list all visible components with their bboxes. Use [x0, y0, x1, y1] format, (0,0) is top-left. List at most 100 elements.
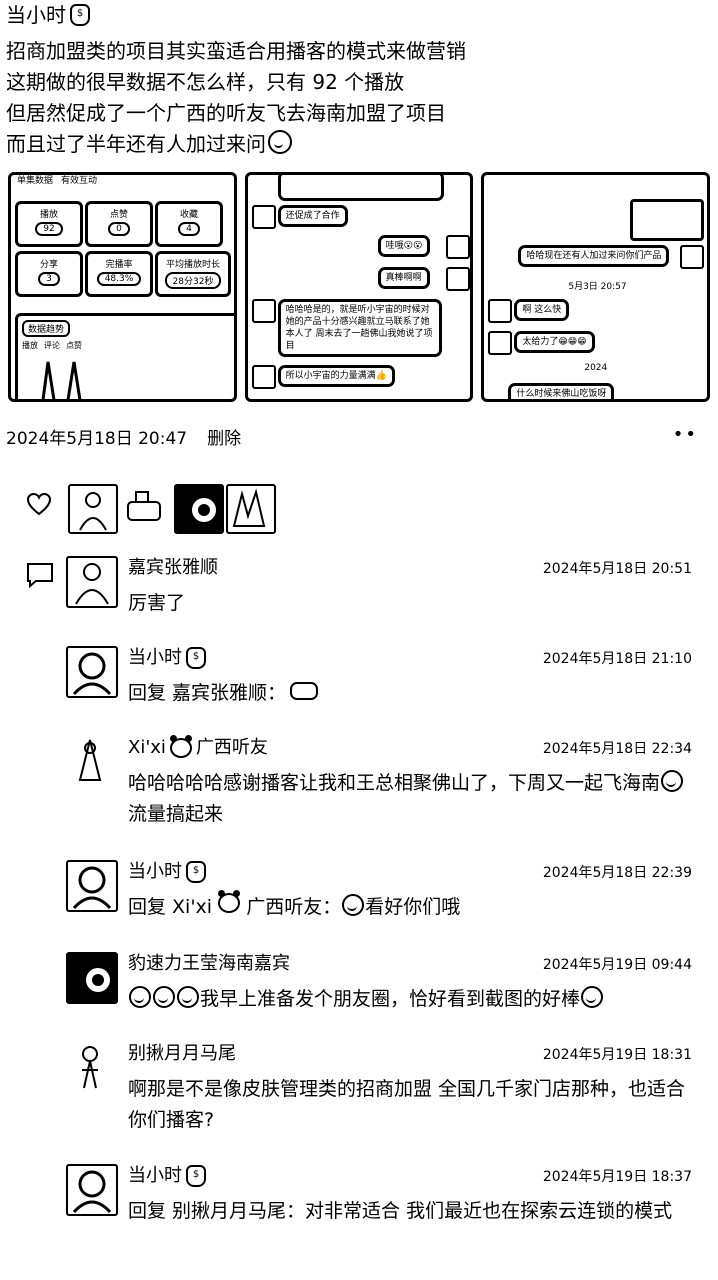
chat-bubble	[277, 175, 444, 201]
commenter-name[interactable]: 别揪月月马尾	[128, 1042, 236, 1066]
stat-card: 平均播放时长 28分32秒	[155, 251, 231, 297]
post-text: 招商加盟类的项目其实蛮适合用播客的模式来做营销 这期做的很早数据不怎么样，只有 …	[6, 36, 706, 160]
chat-avatar	[445, 267, 470, 291]
trend-tab: 评论	[44, 341, 60, 350]
grin-emoji-icon	[177, 986, 199, 1008]
trend-label: 数据趋势	[22, 320, 71, 337]
comment-text: 我早上准备发个朋友圈，恰好看到截图的好棒	[128, 984, 694, 1015]
liker-avatar[interactable]	[68, 484, 118, 534]
commenter-name[interactable]: 当小时 $	[128, 646, 206, 670]
chat-bubble: 什么时候来佛山吃饭呀	[508, 383, 615, 399]
liker-avatar[interactable]	[174, 484, 224, 534]
chat-date: 2024	[584, 363, 608, 373]
commenter-name[interactable]: Xi'xi 广西听友	[128, 735, 268, 760]
post-meta: 2024年5月18日 20:47 删除	[6, 424, 241, 449]
comment-time: 2024年5月18日 22:39	[542, 865, 692, 881]
commenter-name[interactable]: 当小时 $	[128, 1164, 206, 1188]
trend-panel: 数据趋势 播放 评论 点赞	[15, 313, 234, 399]
commenter-name[interactable]: 当小时 $	[128, 860, 206, 884]
comment-time: 2024年5月19日 09:44	[542, 957, 692, 973]
money-bag-icon: $	[186, 647, 206, 669]
wink-emoji-icon	[581, 986, 604, 1008]
stat-card: 播放 92	[15, 201, 83, 247]
comment-text: 啊那是不是像皮肤管理类的招商加盟 全国几千家门店那种，也适合你们播客?	[128, 1078, 686, 1131]
comment-text: 回复 Xi'xi 广西听友： 看好你们哦	[128, 890, 694, 923]
comment-item: Xi'xi 广西听友 2024年5月18日 22:34 哈哈哈哈哈感谢播客让我和王…	[66, 735, 694, 836]
comment-time: 2024年5月19日 18:37	[542, 1169, 692, 1185]
thumb-tab: 有效互动	[61, 176, 98, 186]
commenter-avatar[interactable]	[66, 646, 118, 698]
money-bag-icon: $	[186, 1165, 206, 1187]
grin-emoji-icon	[661, 770, 684, 792]
thumb-tab: 单集数据	[17, 176, 54, 186]
moment-detail-page: 当小时 $ 招商加盟类的项目其实蛮适合用播客的模式来做营销 这期做的很早数据不怎…	[0, 0, 718, 1280]
comment-time: 2024年5月19日 18:31	[542, 1047, 692, 1063]
money-bag-icon: $	[70, 4, 90, 26]
comment-time: 2024年5月18日 21:10	[542, 651, 692, 667]
chat-bubble: 哈哈现在还有人加过来问你们产品	[518, 245, 670, 267]
commenter-name[interactable]: 嘉宾张雅顺	[128, 556, 218, 580]
commenter-avatar[interactable]	[66, 556, 118, 608]
comment-text: 哈哈哈哈哈感谢播客让我和王总相聚佛山了，下周又一起飞海南流量搞起来	[128, 768, 694, 830]
more-options-button[interactable]: ••	[673, 424, 698, 445]
chat-bubble: 太给力了😁😁😁	[514, 331, 595, 353]
chat-avatar	[251, 299, 276, 323]
chat-bubble: 啊 这么快	[514, 299, 570, 321]
commenter-avatar[interactable]	[66, 1042, 114, 1090]
panda-emoji-icon	[169, 735, 192, 758]
chat-avatar	[251, 205, 276, 229]
comment-time: 2024年5月18日 22:34	[542, 741, 692, 757]
comment-icon	[27, 563, 53, 588]
post-author[interactable]: 当小时 $	[6, 0, 90, 30]
comment-time: 2024年5月18日 20:51	[542, 561, 692, 577]
post-image-chat-2[interactable]: 哈哈现在还有人加过来问你们产品 5月3日 20:57 啊 这么快 太给力了😁😁😁…	[481, 172, 711, 402]
stat-card: 收藏 4	[155, 201, 223, 247]
keyboard-sticker-icon	[630, 199, 705, 241]
commenter-avatar[interactable]	[66, 860, 118, 912]
comment-item: 嘉宾张雅顺 2024年5月18日 20:51 厉害了	[66, 556, 692, 626]
liker-avatar[interactable]	[226, 484, 276, 534]
comment-item: 当小时 $ 2024年5月18日 22:39 回复 Xi'xi 广西听友： 看好你们…	[66, 860, 692, 930]
chat-bubble: 还促成了合作	[277, 205, 348, 227]
handshake-emoji-icon	[290, 682, 319, 700]
heart-icon	[26, 492, 52, 516]
smile-emoji-icon	[342, 894, 365, 916]
comment-item: 别揪月月马尾 2024年5月19日 18:31 啊那是不是像皮肤管理类的招商加盟…	[66, 1042, 692, 1142]
trend-tab: 点赞	[66, 341, 82, 350]
stat-card: 分享 3	[15, 251, 83, 297]
post-timestamp: 2024年5月18日 20:47	[6, 429, 188, 449]
commenter-avatar[interactable]	[66, 952, 118, 1004]
comment-text: 回复 别揪月月马尾：对非常适合 我们最近也在探索云连锁的模式	[128, 1200, 673, 1222]
post-author-name: 当小时	[6, 3, 66, 27]
chat-avatar	[251, 365, 276, 389]
chat-bubble: 真棒啊啊	[377, 267, 430, 289]
chat-avatar	[488, 331, 513, 355]
commenter-avatar[interactable]	[66, 736, 114, 784]
chat-date: 5月3日 20:57	[568, 282, 627, 292]
chat-bubble: 哈哈哈是的，就是听小宇宙的时候对她的产品十分感兴趣就立马联系了她本人了 周末去了…	[277, 299, 442, 357]
chat-bubble: 所以小宇宙的力量满满👍	[277, 365, 395, 387]
post-image-chat-1[interactable]: 还促成了合作 哇哦😮😮 真棒啊啊 哈哈哈是的，就是听小宇宙的时候对她的产品十分感…	[244, 172, 474, 402]
comment-text: 回复 嘉宾张雅顺：	[128, 678, 694, 709]
grin-emoji-icon	[129, 986, 151, 1008]
commenter-name[interactable]: 豹速力王莹海南嘉宾	[128, 952, 290, 976]
liker-avatar[interactable]	[122, 484, 168, 530]
post-line: 而且过了半年还有人加过来问	[6, 132, 266, 156]
comment-item: 当小时 $ 2024年5月19日 18:37 回复 别揪月月马尾：对非常适合 我们…	[66, 1164, 692, 1264]
comment-text: 厉害了	[128, 592, 186, 614]
grin-emoji-icon	[268, 130, 292, 154]
chat-avatar	[680, 245, 705, 269]
post-line: 这期做的很早数据不怎么样，只有 92 个播放	[6, 70, 405, 94]
panda-emoji-icon	[218, 890, 241, 913]
comment-item: 豹速力王莹海南嘉宾 2024年5月19日 09:44 我早上准备发个朋友圈，恰好…	[66, 952, 692, 1022]
commenter-avatar[interactable]	[66, 1164, 118, 1216]
comment-item: 当小时 $ 2024年5月18日 21:10 回复 嘉宾张雅顺：	[66, 646, 692, 716]
money-bag-icon: $	[186, 861, 206, 883]
trend-chart-icon	[41, 361, 82, 399]
post-line: 但居然促成了一个广西的听友飞去海南加盟了项目	[6, 101, 446, 125]
grin-emoji-icon	[153, 986, 175, 1008]
delete-link[interactable]: 删除	[207, 424, 241, 449]
stat-card: 点赞 0	[85, 201, 153, 247]
post-image-stats[interactable]: 单集数据 有效互动 播放 92 点赞 0 收藏 4 分享 3 完播率 48.3% 平均播放…	[8, 172, 237, 402]
post-line: 招商加盟类的项目其实蛮适合用播客的模式来做营销	[6, 39, 466, 63]
